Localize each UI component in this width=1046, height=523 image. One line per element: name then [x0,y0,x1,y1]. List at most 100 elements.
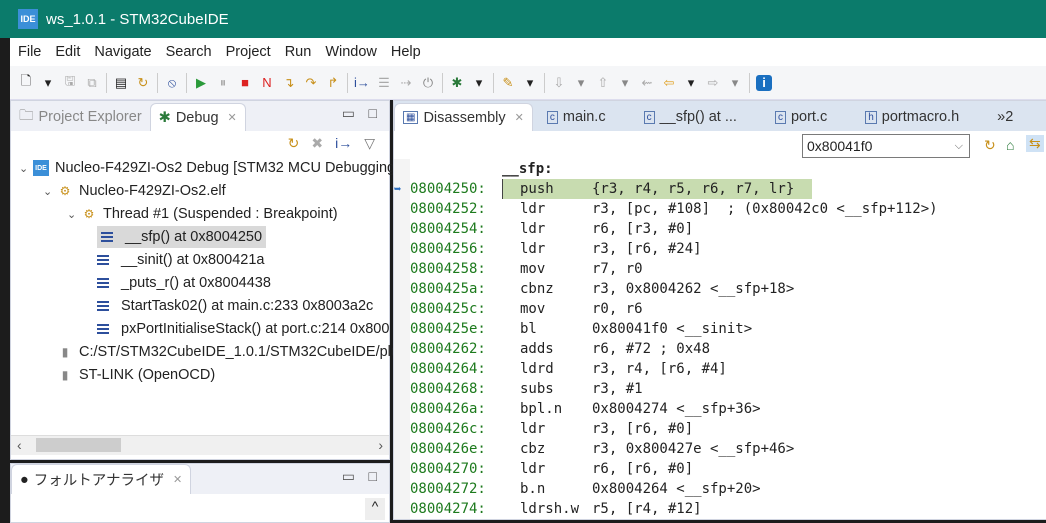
refresh-icon[interactable]: ↻ [984,137,996,154]
tab-editor[interactable]: c port.c [767,103,835,131]
back-icon[interactable]: ⇦ [661,75,677,91]
menu-navigate[interactable]: Navigate [94,44,151,60]
drop-frame-icon[interactable]: ☰ [376,75,392,91]
disassembly-row[interactable]: 0800425e: bl 0x80041f0 <__sinit> [394,319,1046,339]
suspend-icon[interactable]: ⏸ [215,75,231,91]
tree-item[interactable]: __sinit() at 0x800421a [97,249,265,271]
tree-item[interactable]: ⌄ IDE Nucleo-F429ZI-Os2 Debug [STM32 MCU D… [19,157,399,179]
close-icon[interactable]: ✕ [228,111,237,124]
instruction-stepping-icon[interactable]: i→ [354,75,370,91]
chevron-down-icon[interactable]: ⌵ [955,140,963,153]
forward-icon[interactable]: ⇨ [705,75,721,91]
tab-debug[interactable]: ✱ Debug ✕ [149,103,246,131]
maximize-icon[interactable]: □ [369,105,377,121]
tree-item[interactable]: _puts_r() at 0x8004438 [97,272,271,294]
chevron-down-icon[interactable]: ⌄ [67,208,81,221]
menu-run[interactable]: Run [285,44,312,60]
disconnect-icon[interactable]: N [259,75,275,91]
tree-item[interactable]: StartTask02() at main.c:233 0x8003a2c [97,295,373,317]
disassembly-row[interactable]: 0800426a: bpl.n 0x8004274 <__sfp+36> [394,399,1046,419]
menu-project[interactable]: Project [226,44,271,60]
reset-icon[interactable]: ↻ [288,135,300,152]
dropdown-icon[interactable]: ▾ [683,75,699,91]
next-annotation-icon[interactable]: ⇩ [551,75,567,91]
tab-fault-analyzer[interactable]: ● フォルトアナライザ ✕ [11,464,192,494]
step-return-icon[interactable]: ↱ [325,75,341,91]
step-into-icon[interactable]: ↴ [281,75,297,91]
external-tools-icon[interactable]: ✎ [500,75,516,91]
disassembly-row[interactable]: 0800426e: cbz r3, 0x800427e <__sfp+46> [394,439,1046,459]
disassembly-row[interactable]: ➥ 08004250: push {r3, r4, r5, r6, r7, lr} [394,179,1046,199]
scroll-right-icon[interactable]: › [378,437,383,453]
close-icon[interactable]: ✕ [173,473,182,486]
disassembly-row[interactable]: 08004274: ldrsh.w r5, [r4, #12] [394,499,1046,519]
instruction-stepping-icon[interactable]: i→ [335,135,352,152]
home-icon[interactable]: ⌂ [1006,137,1014,153]
chevron-down-icon[interactable]: ⌄ [19,162,33,175]
previous-annotation-icon[interactable]: ⇧ [595,75,611,91]
skip-breakpoints-icon[interactable]: ⦸ [164,75,180,91]
dropdown-icon[interactable]: ▾ [40,75,56,91]
scrollbar-thumb[interactable] [36,438,121,452]
tab-editor[interactable]: c main.c [539,103,614,131]
dropdown-icon[interactable]: ▾ [471,75,487,91]
terminate-icon[interactable]: ■ [237,75,253,91]
tree-item[interactable]: ⌄ ⚙ Nucleo-F429ZI-Os2.elf [43,180,226,202]
tree-item[interactable]: __sfp() at 0x8004250 [97,226,267,248]
reset-icon[interactable]: ↻ [135,75,151,91]
tree-item[interactable]: ▮ C:/ST/STM32CubeIDE_1.0.1/STM32CubeIDE/p… [43,341,399,363]
dropdown-icon[interactable]: ▾ [522,75,538,91]
resume-icon[interactable]: ▶ [193,75,209,91]
minimize-icon[interactable]: ▭ [342,105,355,122]
tab-editor[interactable]: h portmacro.h [857,103,967,131]
dropdown-icon[interactable]: ▾ [573,75,589,91]
tab-project-explorer[interactable]: 🗀 Project Explorer [11,103,150,131]
disassembly-listing[interactable]: __sfp: ➥ 08004250: push {r3, r4, r5, r6, r7… [394,159,1046,519]
info-icon[interactable]: i [756,74,772,91]
address-input[interactable]: 0x80041f0 ⌵ [802,134,970,158]
menu-help[interactable]: Help [391,44,421,60]
disassembly-row[interactable]: 0800425a: cbnz r3, 0x8004262 <__sfp+18> [394,279,1046,299]
horizontal-scrollbar[interactable]: ‹ › [11,435,389,455]
menu-window[interactable]: Window [325,44,377,60]
save-all-icon[interactable]: ⧉ [84,75,100,91]
restart-icon[interactable]: ⏻ [420,75,436,91]
binary-icon[interactable]: ▤ [113,75,129,91]
tab-editor[interactable]: ▦ Disassembly ✕ [394,103,533,131]
dropdown-icon[interactable]: ▾ [727,75,743,91]
collapse-icon[interactable]: ^ [365,498,385,520]
disassembly-row[interactable]: 08004254: ldr r6, [r3, #0] [394,219,1046,239]
dropdown-icon[interactable]: ▾ [617,75,633,91]
chevron-down-icon[interactable]: ⌄ [43,185,57,198]
disassembly-row[interactable]: 0800426c: ldr r3, [r6, #0] [394,419,1046,439]
tab-editor[interactable]: »2 [989,103,1021,131]
disassembly-row[interactable]: 0800425c: mov r0, r6 [394,299,1046,319]
disassembly-row[interactable]: 08004262: adds r6, #72 ; 0x48 [394,339,1046,359]
disassembly-row[interactable]: 08004270: ldr r6, [r6, #0] [394,459,1046,479]
menu-edit[interactable]: Edit [55,44,80,60]
last-edit-icon[interactable]: ⇜ [639,75,655,91]
menu-file[interactable]: File [18,44,41,60]
disassembly-row[interactable]: 08004264: ldrd r3, r4, [r6, #4] [394,359,1046,379]
link-with-editor-icon[interactable]: ⇆ [1026,135,1044,152]
tree-item[interactable]: pxPortInitialiseStack() at port.c:214 0x… [97,318,389,340]
disassembly-row[interactable]: 08004252: ldr r3, [pc, #108] ; (0x80042c0 … [394,199,1046,219]
view-menu-icon[interactable]: ▽ [364,135,375,152]
disassembly-row[interactable]: 08004268: subs r3, #1 [394,379,1046,399]
disassembly-row[interactable]: 08004272: b.n 0x8004264 <__sfp+20> [394,479,1046,499]
new-icon[interactable]: 🗋 [18,73,34,91]
save-icon[interactable]: 🖫 [62,73,78,91]
tree-item[interactable]: ⌄ ⚙ Thread #1 (Suspended : Breakpoint) [67,203,338,225]
close-icon[interactable]: ✕ [515,111,524,124]
tab-editor[interactable]: c __sfp() at ... [636,103,745,131]
scroll-left-icon[interactable]: ‹ [17,437,22,453]
step-filters-icon[interactable]: ⇢ [398,75,414,91]
step-over-icon[interactable]: ↷ [303,75,319,91]
disassembly-row[interactable]: 08004258: mov r7, r0 [394,259,1046,279]
tree-item[interactable]: ▮ ST-LINK (OpenOCD) [43,364,215,386]
maximize-icon[interactable]: □ [369,468,377,484]
minimize-icon[interactable]: ▭ [342,468,355,485]
debug-icon[interactable]: ✱ [449,75,465,91]
disassembly-row[interactable]: 08004256: ldr r3, [r6, #24] [394,239,1046,259]
menu-search[interactable]: Search [166,44,212,60]
